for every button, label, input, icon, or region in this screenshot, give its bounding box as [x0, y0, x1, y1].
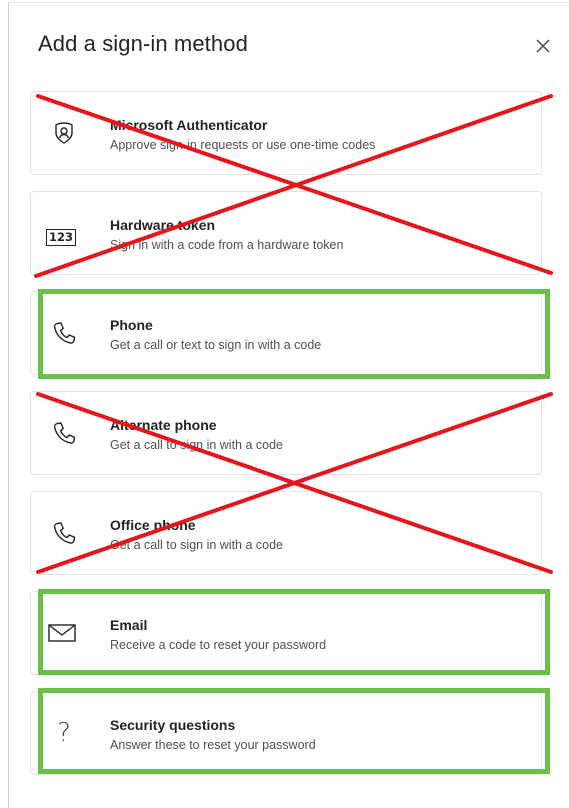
- phone-icon: [49, 318, 79, 348]
- method-description: Receive a code to reset your password: [110, 638, 327, 652]
- phone-icon: [49, 418, 79, 448]
- method-card-security-questions[interactable]: ? Security questions Answer these to res…: [30, 691, 542, 775]
- phone-icon: [49, 518, 79, 548]
- question-mark-icon: ?: [49, 718, 79, 748]
- hardware-token-label: 123: [46, 228, 76, 246]
- method-description: Get a call to sign in with a code: [110, 538, 284, 552]
- method-description: Sign in with a code from a hardware toke…: [110, 238, 344, 252]
- method-description: Get a call or text to sign in with a cod…: [110, 338, 322, 352]
- method-name: Security questions: [110, 717, 236, 733]
- method-name: Microsoft Authenticator: [110, 117, 268, 133]
- method-card-hardware-token[interactable]: 123 Hardware token Sign in with a code f…: [30, 191, 542, 275]
- method-card-microsoft-authenticator[interactable]: Microsoft Authenticator Approve sign-in …: [30, 91, 542, 175]
- method-name: Phone: [110, 317, 153, 333]
- method-name: Hardware token: [110, 217, 216, 233]
- hardware-token-icon: 123: [46, 222, 76, 252]
- close-button[interactable]: [533, 36, 553, 56]
- method-description: Approve sign-in requests or use one-time…: [110, 138, 376, 152]
- close-icon: [536, 39, 550, 53]
- method-name: Email: [110, 617, 148, 633]
- method-name: Alternate phone: [110, 417, 217, 433]
- method-card-office-phone[interactable]: Office phone Get a call to sign in with …: [30, 491, 542, 575]
- method-name: Office phone: [110, 517, 196, 533]
- question-mark-glyph: ?: [57, 718, 71, 748]
- method-card-email[interactable]: Email Receive a code to reset your passw…: [30, 591, 542, 675]
- method-description: Answer these to reset your password: [110, 738, 316, 752]
- method-description: Get a call to sign in with a code: [110, 438, 284, 452]
- mail-icon: [47, 618, 77, 648]
- dialog-title: Add a sign-in method: [38, 31, 248, 56]
- method-card-alternate-phone[interactable]: Alternate phone Get a call to sign in wi…: [30, 391, 542, 475]
- authenticator-lock-icon: [49, 118, 79, 148]
- method-card-phone[interactable]: Phone Get a call or text to sign in with…: [30, 291, 542, 375]
